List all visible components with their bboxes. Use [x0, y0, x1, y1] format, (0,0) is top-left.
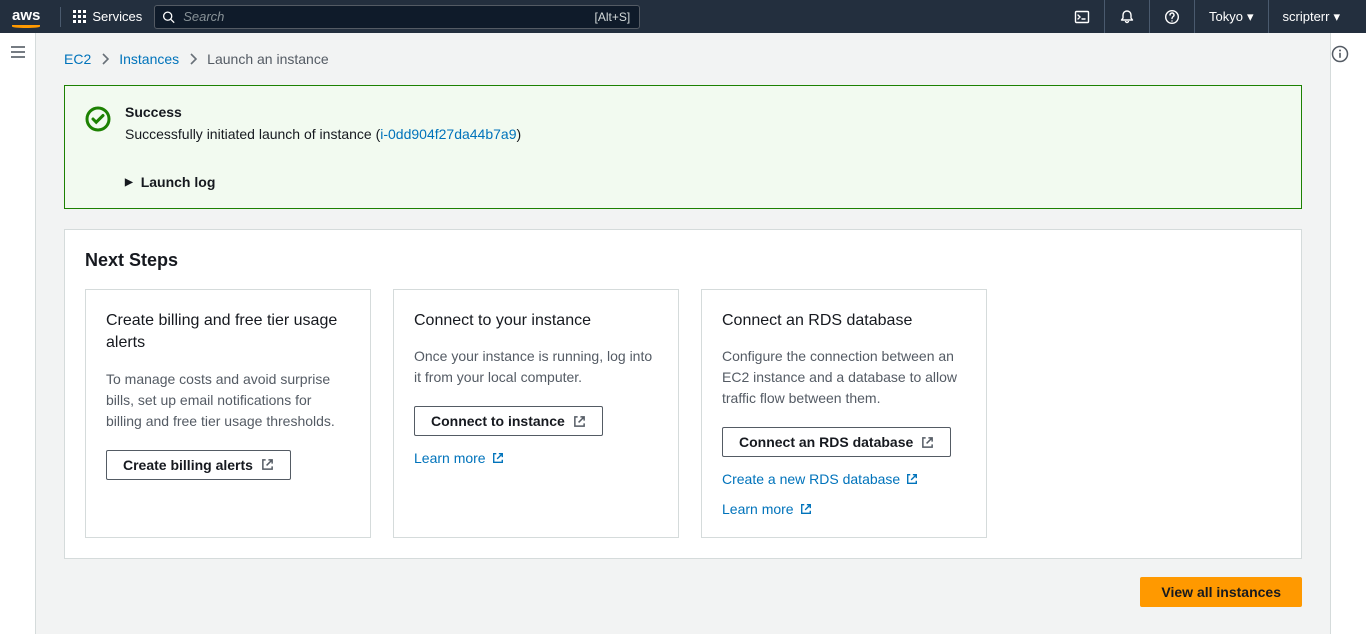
- card-title: Connect an RDS database: [722, 310, 966, 332]
- grid-icon: [73, 10, 86, 23]
- main-content: EC2 Instances Launch an instance Success…: [36, 33, 1330, 634]
- create-billing-alerts-button[interactable]: Create billing alerts: [106, 450, 291, 480]
- success-message: Successfully initiated launch of instanc…: [125, 126, 521, 142]
- info-panel-toggle[interactable]: [1331, 45, 1366, 63]
- card-title: Create billing and free tier usage alert…: [106, 310, 350, 355]
- region-label: Tokyo: [1209, 9, 1243, 24]
- success-title: Success: [125, 104, 521, 120]
- card-connect-rds: Connect an RDS database Configure the co…: [701, 289, 987, 538]
- external-link-icon: [921, 436, 934, 449]
- account-menu[interactable]: scripterr ▾: [1268, 0, 1354, 33]
- chevron-right-icon: [101, 53, 109, 65]
- connect-to-instance-button[interactable]: Connect to instance: [414, 406, 603, 436]
- success-check-icon: [85, 106, 111, 132]
- services-menu-button[interactable]: Services: [73, 9, 142, 24]
- region-selector[interactable]: Tokyo ▾: [1194, 0, 1268, 33]
- user-label: scripterr: [1283, 9, 1330, 24]
- connect-rds-database-button[interactable]: Connect an RDS database: [722, 427, 951, 457]
- top-utility-icons: [1060, 0, 1194, 33]
- external-link-icon: [261, 458, 274, 471]
- learn-more-link[interactable]: Learn more: [722, 501, 812, 517]
- breadcrumb-ec2[interactable]: EC2: [64, 51, 91, 67]
- card-title: Connect to your instance: [414, 310, 658, 332]
- breadcrumb-current: Launch an instance: [207, 51, 328, 67]
- card-connect-instance: Connect to your instance Once your insta…: [393, 289, 679, 538]
- success-flash: Success Successfully initiated launch of…: [64, 85, 1302, 209]
- launch-log-label: Launch log: [141, 174, 216, 190]
- card-description: Once your instance is running, log into …: [414, 346, 658, 388]
- instance-id-link[interactable]: i-0dd904f27da44b7a9: [380, 126, 516, 142]
- notifications-button[interactable]: [1104, 0, 1149, 33]
- next-steps-title: Next Steps: [85, 250, 1281, 271]
- card-billing-alerts: Create billing and free tier usage alert…: [85, 289, 371, 538]
- top-nav: aws Services [Alt+S] Tokyo ▾ scripterr ▾: [0, 0, 1366, 33]
- launch-log-toggle[interactable]: ▶ Launch log: [125, 174, 1281, 190]
- aws-logo[interactable]: aws: [12, 7, 40, 26]
- chevron-right-icon: [189, 53, 197, 65]
- footer-actions: View all instances: [64, 577, 1302, 607]
- triangle-right-icon: ▶: [125, 177, 133, 188]
- breadcrumb: EC2 Instances Launch an instance: [64, 51, 1302, 67]
- next-steps-cards: Create billing and free tier usage alert…: [85, 289, 1281, 538]
- caret-down-icon: ▾: [1333, 9, 1340, 25]
- card-description: Configure the connection between an EC2 …: [722, 346, 966, 409]
- external-link-icon: [906, 473, 918, 485]
- breadcrumb-instances[interactable]: Instances: [119, 51, 179, 67]
- left-sidebar-collapsed: [0, 33, 36, 634]
- next-steps-panel: Next Steps Create billing and free tier …: [64, 229, 1302, 559]
- right-info-panel-collapsed: [1330, 33, 1366, 634]
- card-description: To manage costs and avoid surprise bills…: [106, 369, 350, 432]
- divider: [60, 7, 61, 27]
- search-icon: [162, 10, 175, 23]
- cloudshell-button[interactable]: [1060, 0, 1104, 33]
- external-link-icon: [492, 452, 504, 464]
- services-label: Services: [92, 9, 142, 24]
- external-link-icon: [800, 503, 812, 515]
- caret-down-icon: ▾: [1247, 9, 1254, 25]
- create-rds-database-link[interactable]: Create a new RDS database: [722, 471, 918, 487]
- sidebar-toggle[interactable]: [10, 45, 26, 59]
- search-input[interactable]: [154, 5, 640, 29]
- search-container: [Alt+S]: [154, 5, 640, 29]
- external-link-icon: [573, 415, 586, 428]
- help-button[interactable]: [1149, 0, 1194, 33]
- learn-more-link[interactable]: Learn more: [414, 450, 504, 466]
- search-shortcut-hint: [Alt+S]: [595, 10, 631, 24]
- view-all-instances-button[interactable]: View all instances: [1140, 577, 1302, 607]
